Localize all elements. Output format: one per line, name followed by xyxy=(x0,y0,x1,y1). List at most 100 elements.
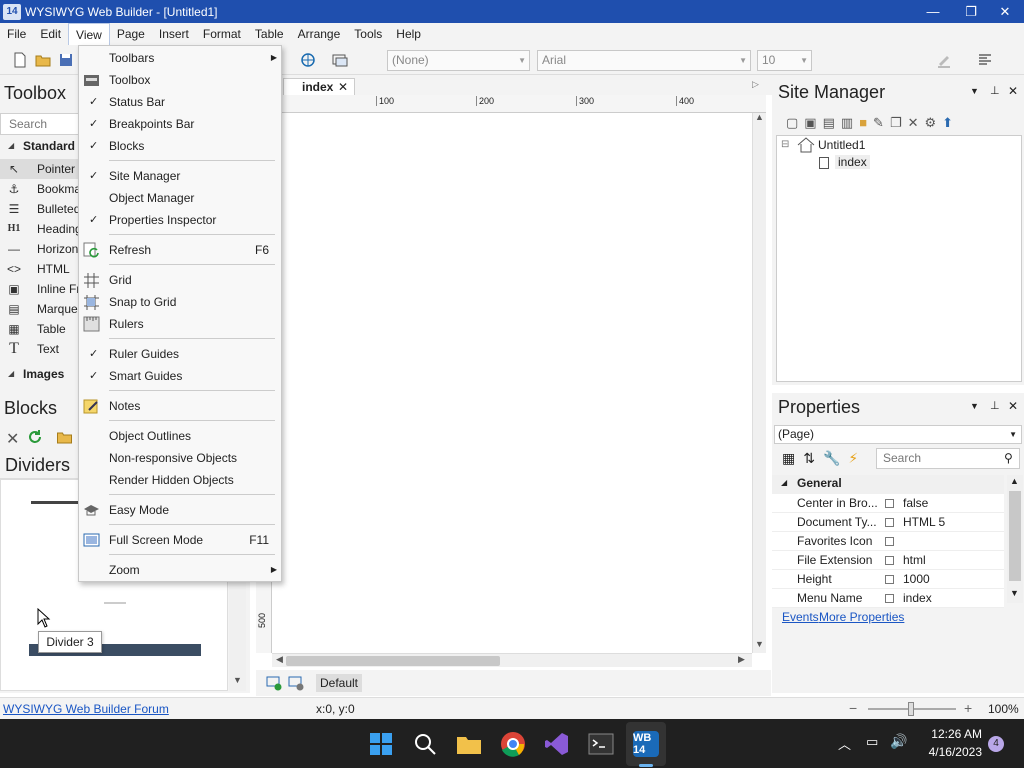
property-row[interactable]: File Extension html xyxy=(772,551,1004,570)
view-menu-item-properties-inspector[interactable]: ✓ Properties Inspector xyxy=(79,209,281,231)
terminal-icon[interactable] xyxy=(588,732,614,756)
page-icon-2[interactable]: ▣ xyxy=(804,115,816,131)
minimize-button[interactable]: — xyxy=(914,0,952,23)
wysiwyg-taskbar-icon[interactable]: WB 14 xyxy=(633,731,659,757)
search-taskbar-icon[interactable] xyxy=(413,732,437,756)
view-menu-item-non-responsive-objects[interactable]: Non-responsive Objects xyxy=(79,447,281,469)
delete-page-icon[interactable]: ✕ xyxy=(908,115,919,131)
property-row[interactable]: Center in Bro... false xyxy=(772,494,1004,513)
visual-studio-icon[interactable] xyxy=(544,731,570,757)
close-window-button[interactable]: ✕ xyxy=(986,0,1024,23)
delete-block-icon[interactable]: ✕ xyxy=(6,429,19,449)
close-panel-icon[interactable]: ✕ xyxy=(1008,399,1018,413)
pin-icon[interactable]: ⊥ xyxy=(990,84,1000,97)
view-menu-item-smart-guides[interactable]: ✓ Smart Guides xyxy=(79,365,281,387)
taskbar-date[interactable]: 4/16/2023 xyxy=(922,745,982,759)
globe-icon[interactable] xyxy=(300,52,316,68)
view-menu-item-render-hidden-objects[interactable]: Render Hidden Objects xyxy=(79,469,281,491)
view-menu-item-breakpoints-bar[interactable]: ✓ Breakpoints Bar xyxy=(79,113,281,135)
panel-menu-icon[interactable]: ▼ xyxy=(970,401,979,411)
open-blocks-folder-icon[interactable] xyxy=(56,429,73,445)
align-left-icon[interactable] xyxy=(977,52,993,68)
zoom-in-button[interactable]: + xyxy=(964,700,972,716)
new-file-icon[interactable] xyxy=(12,52,28,68)
property-row[interactable]: Height 1000 xyxy=(772,570,1004,589)
property-edit-icon[interactable] xyxy=(885,518,894,527)
refresh-blocks-icon[interactable] xyxy=(27,429,43,445)
page-icon-4[interactable]: ▥ xyxy=(841,115,853,131)
properties-search-input[interactable]: Search xyxy=(876,448,1020,469)
breakpoint-default-tab[interactable]: Default xyxy=(316,674,362,692)
panel-menu-icon[interactable]: ▼ xyxy=(970,86,979,96)
property-edit-icon[interactable] xyxy=(885,556,894,565)
file-explorer-icon[interactable] xyxy=(456,732,482,756)
chrome-icon[interactable] xyxy=(500,731,526,757)
tab-index[interactable]: index ✕ xyxy=(283,78,355,95)
windows-start-icon[interactable] xyxy=(369,732,393,756)
menu-arrange[interactable]: Arrange xyxy=(291,23,348,45)
group-collapse-icon[interactable]: ◢ xyxy=(781,478,787,487)
site-tree-page-index[interactable]: index xyxy=(835,155,870,169)
categorized-icon[interactable]: ▦ xyxy=(782,450,795,467)
property-row[interactable]: Menu Name index xyxy=(772,589,1004,608)
property-edit-icon[interactable] xyxy=(885,594,894,603)
volume-icon[interactable]: 🔊 xyxy=(890,733,907,750)
breakpoint-settings-icon[interactable] xyxy=(288,675,304,691)
lightning-icon[interactable]: ⚡ xyxy=(848,450,858,467)
view-menu-item-site-manager[interactable]: ✓ Site Manager xyxy=(79,165,281,187)
page-icon-3[interactable]: ▤ xyxy=(823,115,835,131)
new-page-icon[interactable]: ▢ xyxy=(786,115,798,131)
events-link[interactable]: Events xyxy=(782,610,819,624)
view-menu-item-refresh[interactable]: Refresh F6 xyxy=(79,239,281,261)
copy-page-icon[interactable]: ❐ xyxy=(890,115,902,131)
view-menu-item-blocks[interactable]: ✓ Blocks xyxy=(79,135,281,157)
property-value[interactable]: html xyxy=(903,551,926,570)
vertical-scrollbar[interactable]: ▲ ▼ xyxy=(752,112,766,653)
page-canvas[interactable] xyxy=(272,113,752,653)
taskbar-time[interactable]: 12:26 AM xyxy=(922,727,982,741)
restore-button[interactable]: ❐ xyxy=(952,0,990,23)
view-menu-item-full-screen-mode[interactable]: Full Screen Mode F11 xyxy=(79,529,281,551)
menu-edit[interactable]: Edit xyxy=(33,23,68,45)
view-menu-item-rulers[interactable]: Rulers xyxy=(79,313,281,335)
close-tab-icon[interactable]: ✕ xyxy=(338,79,348,95)
show-hidden-icons-icon[interactable]: ︿ xyxy=(838,734,851,753)
open-folder-icon[interactable] xyxy=(35,52,51,68)
font-size-combo[interactable]: 10 ▼ xyxy=(757,50,812,71)
divider-preview-2[interactable] xyxy=(104,602,126,604)
pin-icon[interactable]: ⊥ xyxy=(990,399,1000,412)
menu-page[interactable]: Page xyxy=(110,23,152,45)
view-menu-item-object-manager[interactable]: Object Manager xyxy=(79,187,281,209)
view-menu-item-object-outlines[interactable]: Object Outlines xyxy=(79,425,281,447)
menu-file[interactable]: File xyxy=(0,23,33,45)
highlight-icon[interactable] xyxy=(936,52,952,68)
menu-table[interactable]: Table xyxy=(248,23,291,45)
property-edit-icon[interactable] xyxy=(885,575,894,584)
preview-icon[interactable] xyxy=(332,52,348,68)
zoom-out-button[interactable]: − xyxy=(849,700,857,716)
property-edit-icon[interactable] xyxy=(885,499,894,508)
view-menu-item-snap-to-grid[interactable]: Snap to Grid xyxy=(79,291,281,313)
view-menu-item-status-bar[interactable]: ✓ Status Bar xyxy=(79,91,281,113)
property-row[interactable]: Document Ty... HTML 5 xyxy=(772,513,1004,532)
tab-scroll-right-icon[interactable]: ▷ xyxy=(752,79,759,90)
network-icon[interactable]: ▭ xyxy=(866,734,878,750)
close-panel-icon[interactable]: ✕ xyxy=(1008,84,1018,98)
view-menu-item-toolbars[interactable]: Toolbars ▶ xyxy=(79,47,281,69)
view-menu-item-easy-mode[interactable]: Easy Mode xyxy=(79,499,281,521)
menu-format[interactable]: Format xyxy=(196,23,248,45)
view-menu-item-toolbox[interactable]: Toolbox xyxy=(79,69,281,91)
sort-az-icon[interactable]: ⇅ xyxy=(803,450,815,467)
view-menu-item-grid[interactable]: Grid xyxy=(79,269,281,291)
add-breakpoint-icon[interactable] xyxy=(266,675,282,691)
edit-page-icon[interactable]: ✎ xyxy=(873,115,884,131)
menu-view[interactable]: View xyxy=(68,23,110,45)
site-tree-root[interactable]: Untitled1 xyxy=(818,138,865,152)
properties-scrollbar[interactable]: ▲ ▼ xyxy=(1007,475,1023,603)
property-row[interactable]: Favorites Icon xyxy=(772,532,1004,551)
horizontal-scrollbar[interactable]: ◀ ▶ xyxy=(272,653,752,667)
view-menu-item-notes[interactable]: Notes xyxy=(79,395,281,417)
save-icon[interactable] xyxy=(58,52,74,68)
property-value[interactable]: 1000 xyxy=(903,570,930,589)
view-menu-item-zoom[interactable]: Zoom ▶ xyxy=(79,559,281,581)
